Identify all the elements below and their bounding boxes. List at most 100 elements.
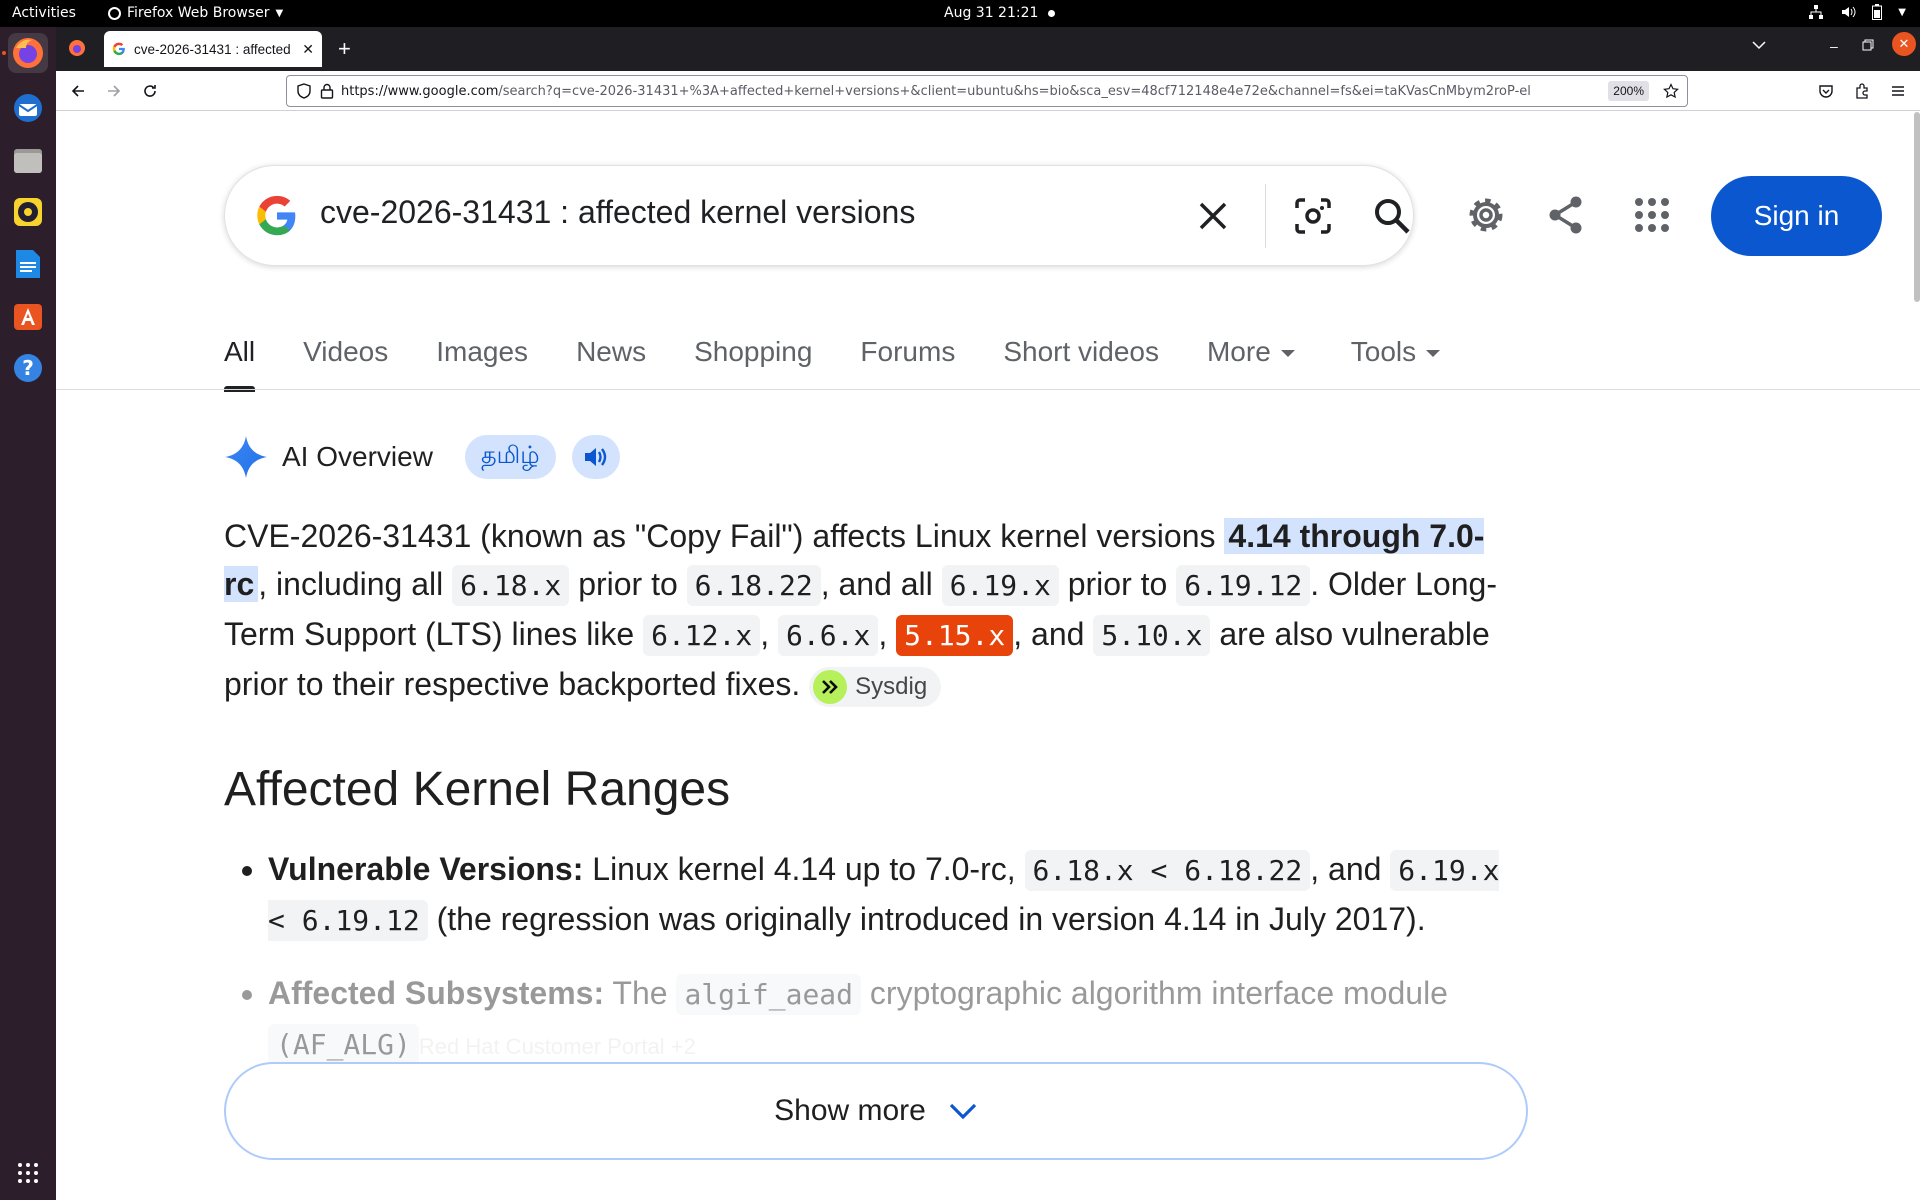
tab-tools[interactable]: Tools [1350,322,1441,392]
minimize-window-button[interactable]: – [1830,38,1838,54]
tab-videos[interactable]: Videos [303,322,388,392]
version-code-selected: 5.15.x [896,615,1014,656]
dock-writer[interactable] [8,244,48,284]
dock-app-center[interactable] [8,296,48,336]
summary-text: , and all [820,566,942,602]
affected-ranges-list: Vulnerable Versions: Linux kernel 4.14 u… [224,845,1504,1071]
search-query-text[interactable]: cve-2026-31431 : affected kernel version… [320,194,915,231]
source-chip-label: Sysdig [855,672,928,700]
share-icon[interactable] [1544,193,1588,237]
google-favicon-icon [112,42,125,56]
ai-overview-title: AI Overview [282,441,433,472]
list-all-tabs-button[interactable] [1751,37,1767,58]
app-menu[interactable]: Firefox Web Browser ▼ [108,5,283,21]
version-code: 6.18.x < 6.18.22 [1024,850,1311,891]
back-button[interactable] [66,79,90,103]
page-scrollbar[interactable] [1914,112,1920,302]
tab-more[interactable]: More [1207,322,1295,392]
list-item-text: (the regression was originally introduce… [427,901,1426,937]
summary-text: , including all [258,566,453,602]
app-menu-button[interactable] [1886,79,1910,103]
show-more-button[interactable]: Show more [224,1062,1528,1160]
tab-images[interactable]: Images [436,322,528,392]
clock-label: Aug 31 21:21 [944,5,1039,21]
caret-down-icon [1280,350,1295,357]
version-code: 5.10.x [1093,615,1211,656]
browser-tab-bar: cve-2026-31431 : affected kernel version… [56,27,1920,71]
battery-icon [1872,4,1883,20]
reload-button[interactable] [138,79,162,103]
tracking-protection-shield-icon[interactable] [296,83,312,99]
sysdig-logo-icon [813,669,848,704]
dock-files[interactable] [8,140,48,180]
tab-short-videos[interactable]: Short videos [1003,322,1159,392]
language-toggle-button[interactable]: தமிழ் [464,435,556,479]
extensions-button[interactable] [1850,79,1874,103]
thunderbird-icon [14,94,42,122]
listen-button[interactable] [571,435,620,479]
ai-overview-summary: CVE-2026-31431 (known as "Copy Fail") af… [224,512,1504,708]
navigation-toolbar: https://www.google.com/search?q=cve-2026… [56,71,1920,111]
search-magnifier-icon[interactable] [1370,194,1414,238]
list-item-text: cryptographic algorithm interface module [861,975,1448,1011]
firefox-view-button[interactable] [68,39,86,62]
show-apps-button[interactable] [8,1153,48,1193]
source-chip-sysdig[interactable]: Sysdig [809,666,942,707]
volume-icon [1842,6,1856,18]
clear-search-icon[interactable] [1191,194,1235,238]
url-bar[interactable]: https://www.google.com/search?q=cve-2026… [286,75,1688,107]
version-code: 6.19.12 [1176,565,1311,606]
forward-button[interactable] [102,79,126,103]
tab-tools-label: Tools [1350,336,1417,367]
settings-gear-icon[interactable] [1464,193,1508,237]
dock: ? [0,27,56,1200]
speaker-icon [584,448,606,466]
dock-help[interactable]: ? [8,348,48,388]
ai-overview: AI Overview தமிழ் CVE-2026-31431 (known … [224,432,1524,1095]
version-code: 6.12.x [643,615,761,656]
source-link-red-hat[interactable]: Red Hat Customer Portal +2 [419,1034,696,1059]
lock-icon[interactable] [320,83,334,99]
close-tab-icon[interactable]: ✕ [302,41,314,58]
list-item-text: The [604,975,677,1011]
chevron-down-icon: ▼ [275,7,284,19]
system-top-bar: Activities Firefox Web Browser ▼ Aug 31 … [0,0,1920,27]
tab-images-label: Images [436,336,529,367]
web-page: cve-2026-31431 : affected kernel version… [56,112,1920,1200]
tab-videos-label: Videos [303,336,389,367]
tab-news[interactable]: News [576,322,646,392]
tab-active[interactable]: cve-2026-31431 : affected kernel version… [104,31,322,67]
svg-text:?: ? [22,356,34,380]
tab-more-label: More [1206,336,1271,367]
summary-text: , and [1013,616,1094,652]
module-code: algif_aead [676,974,862,1015]
zoom-level-indicator[interactable]: 200% [1608,81,1649,101]
gemini-sparkle-icon [225,436,267,478]
pocket-button[interactable] [1814,79,1838,103]
google-lens-camera-icon[interactable] [1291,194,1335,238]
sign-in-button[interactable]: Sign in [1711,176,1882,256]
url-host: https://www.google.com [341,83,499,99]
list-item-text: Linux kernel 4.14 up to 7.0-rc, [583,851,1025,887]
dock-firefox[interactable] [8,33,48,73]
list-item: Vulnerable Versions: Linux kernel 4.14 u… [268,845,1504,945]
system-tray[interactable]: ▼ [1808,4,1906,20]
google-g-logo-icon [257,195,296,236]
tab-short-videos-label: Short videos [1003,336,1159,367]
close-window-button[interactable]: ✕ [1892,32,1916,56]
activities-button[interactable]: Activities [12,5,76,21]
tab-shopping[interactable]: Shopping [694,322,812,392]
network-icon [1809,5,1824,19]
search-tabs: All Videos Images News Shopping Forums S… [224,322,1488,392]
tab-forums[interactable]: Forums [860,322,955,392]
tab-all[interactable]: All [224,322,256,392]
chevron-down-icon [949,1103,976,1120]
bookmark-star-icon[interactable] [1663,83,1679,99]
google-apps-grid-icon[interactable] [1634,197,1670,233]
search-box[interactable]: cve-2026-31431 : affected kernel version… [224,165,1414,266]
dock-rhythmbox[interactable] [8,192,48,232]
new-tab-button[interactable]: + [338,36,351,62]
clock[interactable]: Aug 31 21:21 [944,5,1056,21]
dock-thunderbird[interactable] [8,88,48,128]
maximize-window-button[interactable] [1862,38,1874,56]
